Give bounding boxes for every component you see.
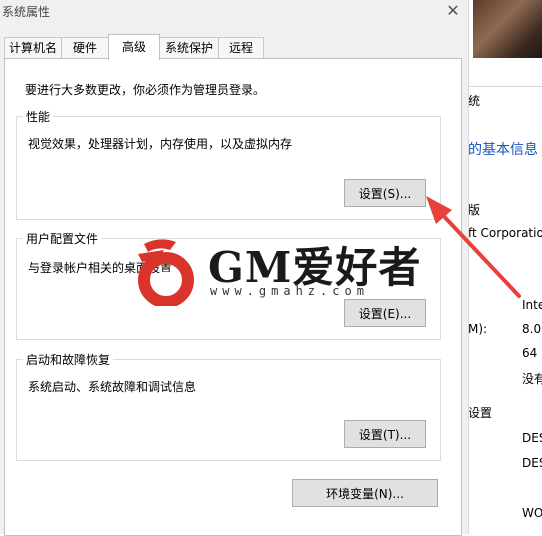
bg-text: M):	[468, 322, 488, 336]
window-title: 系统属性	[2, 5, 51, 19]
watermark-url: www.gmahz.com	[210, 284, 369, 298]
close-icon[interactable]: ✕	[440, 0, 466, 24]
watermark-logo-icon	[138, 239, 194, 306]
bg-text: 统	[468, 94, 481, 108]
environment-variables-button[interactable]: 环境变量(N)...	[292, 479, 438, 507]
tab-hardware[interactable]: 硬件	[61, 37, 109, 59]
bg-text: WO	[522, 506, 542, 520]
admin-note: 要进行大多数更改，你必须作为管理员登录。	[25, 83, 266, 97]
group-legend: 启动和故障恢复	[23, 351, 114, 368]
bg-text: Inte	[522, 298, 542, 312]
tab-system-protection[interactable]: 系统保护	[159, 37, 219, 59]
tab-advanced[interactable]: 高级	[108, 34, 160, 60]
bg-heading: 的基本信息	[468, 142, 538, 158]
background-system-window: 统 的基本信息 版 ft Corporatio Inte M): 8.0 64 …	[468, 0, 542, 534]
startup-settings-button[interactable]: 设置(T)...	[344, 420, 426, 448]
startup-recovery-group: 启动和故障恢复 系统启动、系统故障和调试信息 设置(T)...	[16, 351, 441, 461]
performance-settings-button[interactable]: 设置(S)...	[344, 179, 426, 207]
bg-text: 64	[522, 346, 538, 360]
profiles-settings-button[interactable]: 设置(E)...	[344, 299, 426, 327]
bg-text: DES	[522, 431, 542, 445]
group-description: 视觉效果，处理器计划，内存使用，以及虚拟内存	[28, 137, 293, 151]
group-legend: 性能	[23, 108, 54, 125]
bg-text: DES	[522, 456, 542, 470]
performance-group: 性能 视觉效果，处理器计划，内存使用，以及虚拟内存 设置(S)...	[16, 108, 441, 220]
bg-text: ft Corporatio	[468, 226, 542, 240]
tab-remote[interactable]: 远程	[218, 37, 264, 59]
title-bar[interactable]: 系统属性 ✕	[0, 0, 468, 28]
divider	[468, 86, 542, 87]
bg-text: 设置	[468, 406, 493, 420]
tab-computer-name[interactable]: 计算机名	[4, 37, 62, 59]
group-description: 系统启动、系统故障和调试信息	[28, 380, 197, 394]
group-legend: 用户配置文件	[23, 230, 102, 247]
bg-text: 版	[468, 203, 481, 217]
bg-text: 没有	[522, 372, 542, 386]
bg-text: 8.0	[522, 322, 542, 336]
wallpaper-photo	[473, 0, 542, 58]
